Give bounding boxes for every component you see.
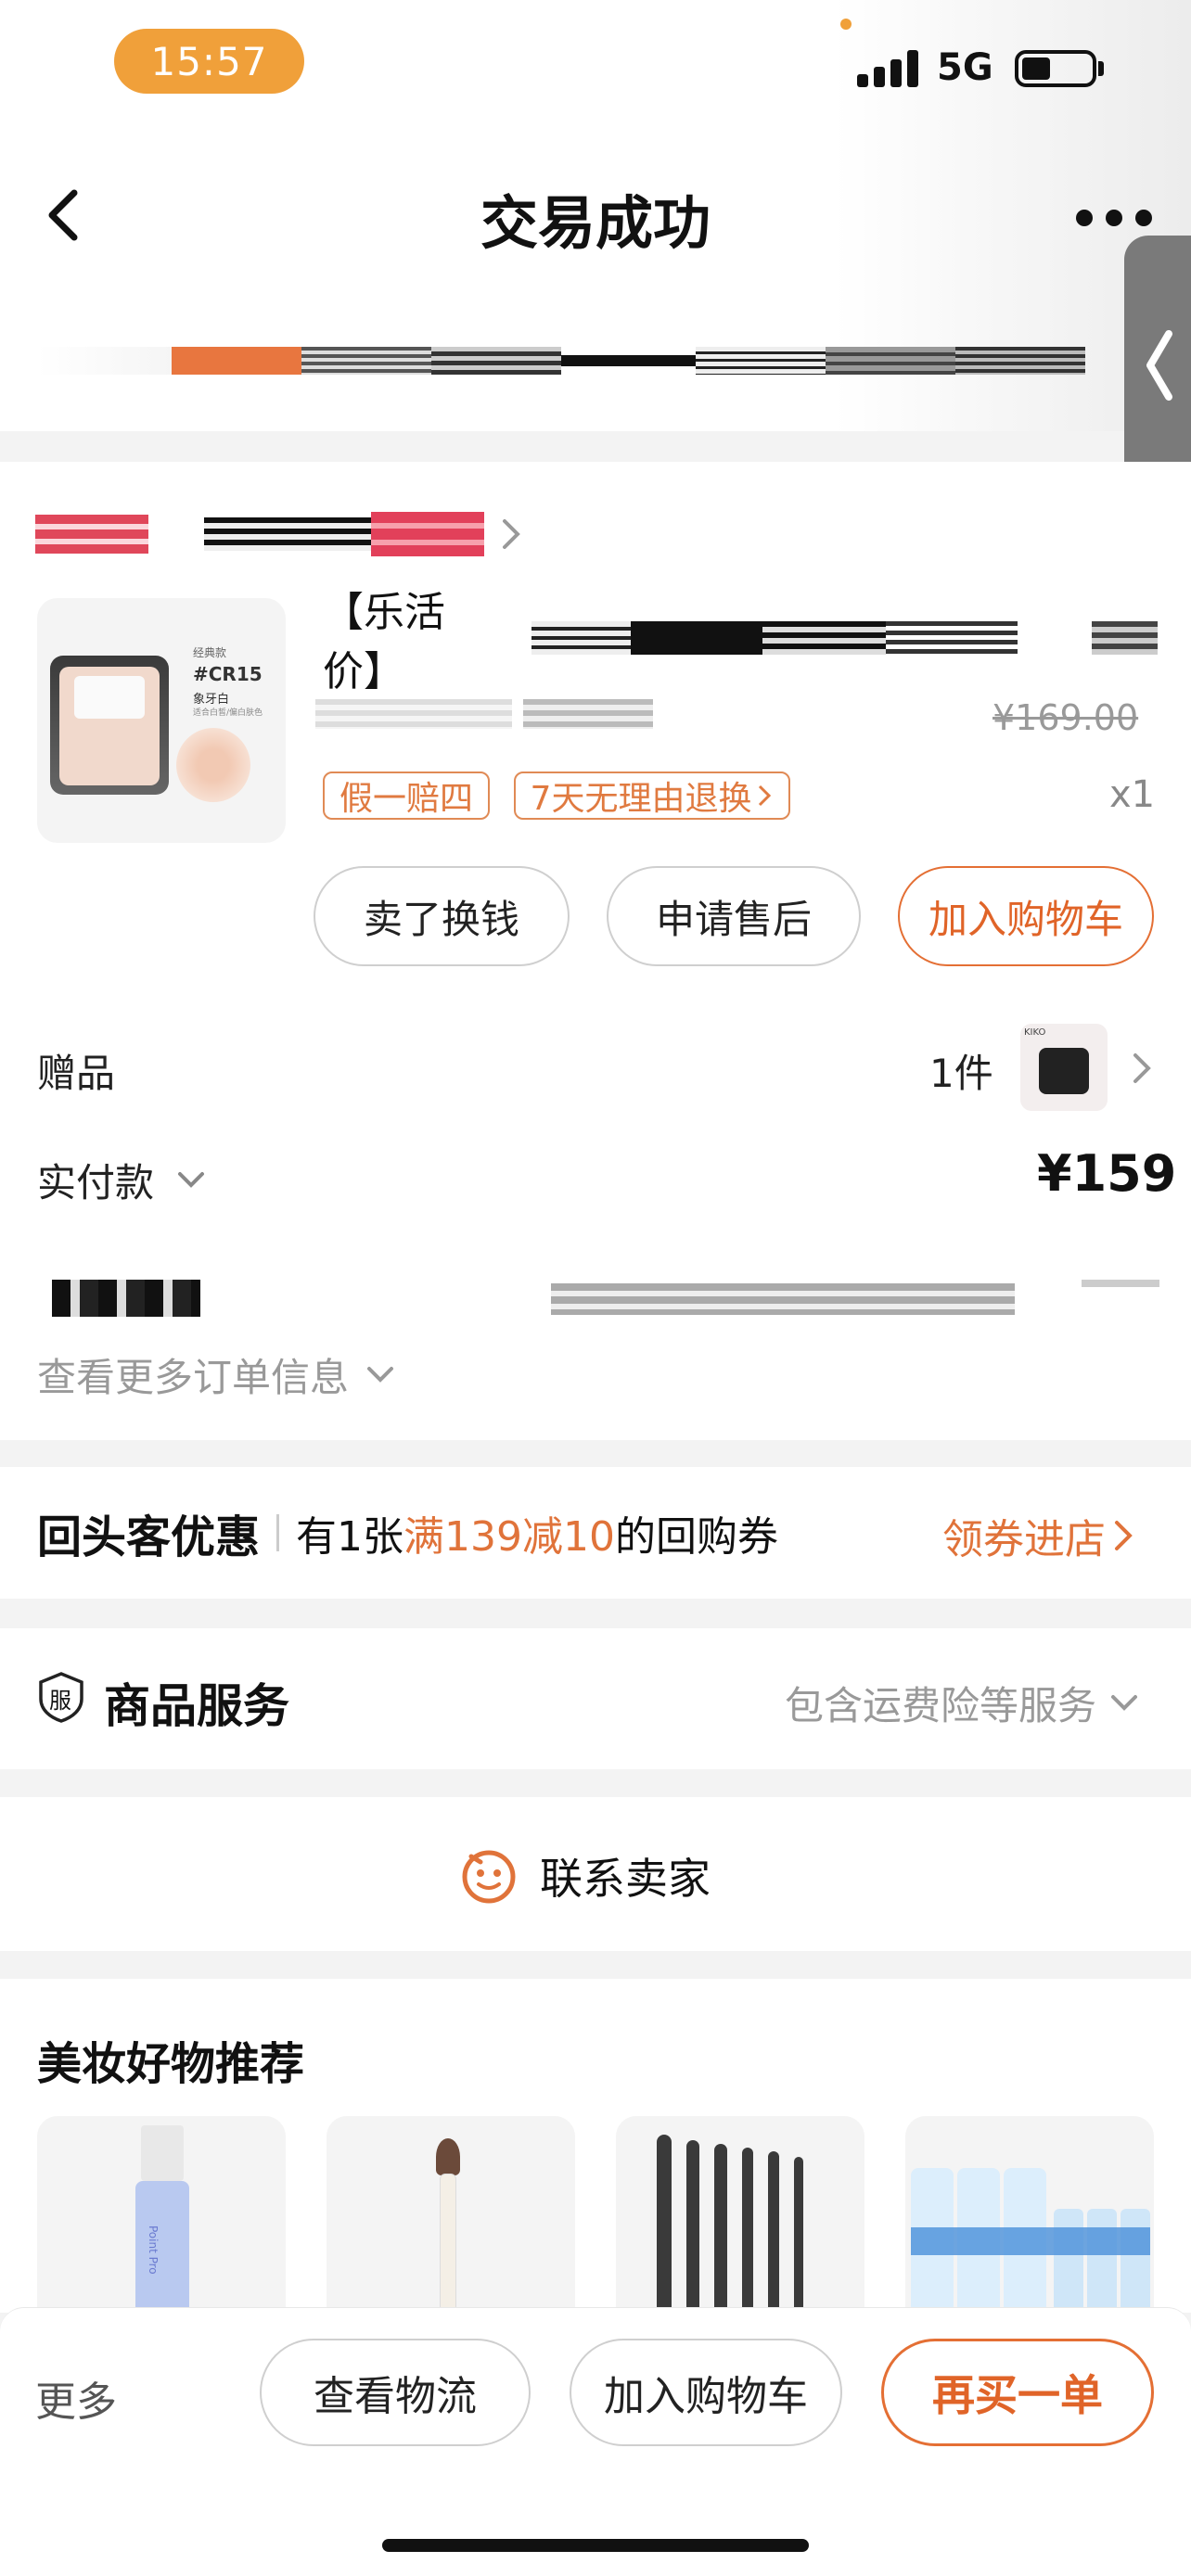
add-to-cart-button[interactable]: 加入购物车 (898, 866, 1154, 966)
chevron-right-icon (503, 519, 520, 549)
thumb-line-4: 适合白皙/偏白肤色 (193, 708, 263, 718)
product-thumbnail[interactable]: 经典款 #CR15 象牙白 适合白皙/偏白肤色 (37, 598, 286, 843)
recommend-item-brush[interactable] (327, 2116, 575, 2311)
product-title[interactable]: 【乐活价】 (323, 589, 1158, 695)
claim-coupon-label: 领券进店 (942, 1516, 1106, 1563)
service-badge-text: 服 (49, 1688, 71, 1714)
returning-title: 回头客优惠 (37, 1511, 261, 1563)
product-title-prefix: 【乐活价】 (323, 589, 445, 695)
thumb-line-1: 经典款 (193, 646, 227, 659)
gift-label: 赠品 (37, 1051, 116, 1096)
battery-icon (1015, 50, 1096, 87)
home-indicator (382, 2539, 809, 2552)
more-options-button[interactable] (1076, 210, 1152, 226)
recommend-title: 美妆好物推荐 (37, 2038, 305, 2090)
claim-coupon-link[interactable]: 领券进店 (942, 1506, 1135, 1565)
quantity: x1 (1109, 773, 1156, 816)
gift-count[interactable]: 1件 (929, 1042, 993, 1099)
service-summary-label: 包含运费险等服务 (785, 1683, 1097, 1728)
network-label: 5G (937, 46, 993, 89)
contact-seller-row: 联系卖家 (460, 1845, 711, 1906)
coupon-suffix: 的回购券 (615, 1513, 778, 1561)
sell-for-cash-button[interactable]: 卖了换钱 (314, 866, 570, 966)
thumb-line-2: #CR15 (193, 663, 263, 685)
service-badge-icon: 服 (37, 1671, 85, 1723)
battery-tip (1098, 61, 1104, 76)
seller-smile-icon (462, 1850, 516, 1904)
product-sku-redacted (315, 699, 714, 729)
more-button[interactable]: 更多 (35, 2368, 117, 2428)
buy-again-button[interactable]: 再买一单 (881, 2339, 1154, 2446)
chevron-right-icon[interactable] (1130, 1052, 1154, 1085)
paid-label: 实付款 (37, 1160, 155, 1205)
service-title: 商品服务 (104, 1679, 289, 1733)
order-number-redacted (37, 1276, 1159, 1317)
service-summary[interactable]: 包含运费险等服务 (785, 1675, 1143, 1731)
page-title: 交易成功 (480, 189, 711, 257)
tag-fake-compensation[interactable]: 假一赔四 (323, 772, 490, 820)
contact-seller-label: 联系卖家 (540, 1854, 711, 1904)
chevron-down-icon (178, 1171, 205, 1188)
tag-7day-return[interactable]: 7天无理由退换 (514, 772, 790, 820)
recommend-item-label: Point Pro (147, 2225, 160, 2275)
chevron-left-icon (48, 189, 78, 241)
chevron-right-icon (759, 784, 772, 807)
apply-after-sales-button[interactable]: 申请售后 (607, 866, 861, 966)
thumb-line-3: 象牙白 (193, 693, 230, 707)
bottom-add-to-cart-button[interactable]: 加入购物车 (570, 2339, 842, 2446)
view-logistics-button[interactable]: 查看物流 (260, 2339, 531, 2446)
shop-name-redacted[interactable] (35, 512, 527, 556)
more-order-info-label: 查看更多订单信息 (37, 1355, 350, 1400)
coupon-prefix: 有1张 (296, 1513, 404, 1561)
recording-dot (840, 19, 852, 30)
recommend-item-brush-set[interactable] (616, 2116, 864, 2311)
gift-thumbnail[interactable]: KIKO (1020, 1024, 1108, 1111)
divider (276, 1514, 280, 1551)
coupon-highlight: 满139减10 (403, 1513, 615, 1561)
signal-icon (857, 46, 922, 87)
tag-7day-return-label: 7天无理由退换 (530, 780, 752, 818)
back-button[interactable] (37, 185, 93, 245)
logistics-info-redacted[interactable] (37, 339, 1095, 382)
recommend-item-primer[interactable]: Point Pro (37, 2116, 286, 2311)
chevron-right-icon (1115, 1521, 1133, 1550)
gift-brand: KIKO (1024, 1027, 1046, 1038)
recommend-item-micellar[interactable] (905, 2116, 1154, 2311)
paid-amount: ¥159 (1037, 1144, 1177, 1203)
original-price: ¥169.00 (992, 697, 1139, 738)
more-order-info-link[interactable]: 查看更多订单信息 (37, 1346, 399, 1403)
chevron-down-icon (1111, 1694, 1138, 1711)
chevron-down-icon (367, 1366, 394, 1383)
chevron-left-icon (1146, 330, 1172, 401)
status-time: 15:57 (114, 29, 304, 94)
paid-amount-toggle[interactable]: 实付款 (37, 1152, 210, 1208)
